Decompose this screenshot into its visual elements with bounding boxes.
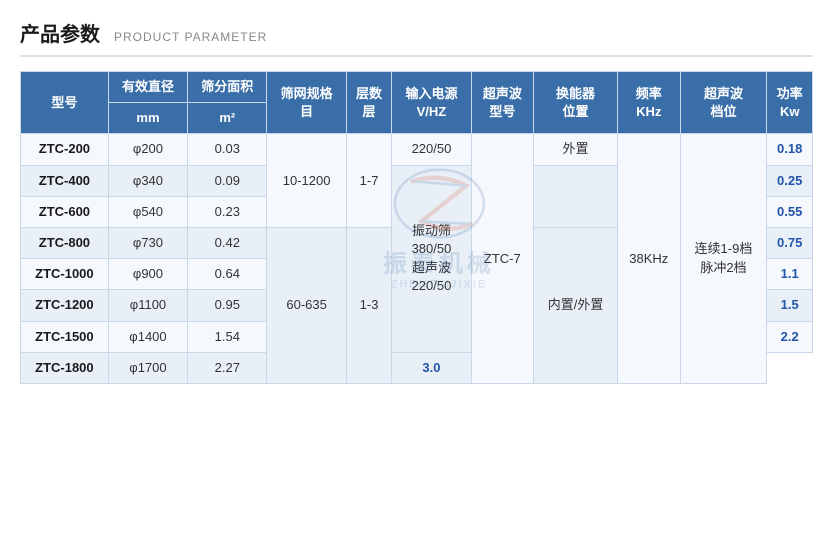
cell-area: 0.95 bbox=[188, 290, 267, 321]
cell-model: ZTC-800 bbox=[21, 227, 109, 258]
cell-ultrasonic-model-all: ZTC-7 bbox=[471, 134, 533, 384]
col-power-kw: 功率Kw bbox=[767, 72, 813, 134]
cell-transducer-2 bbox=[534, 165, 618, 227]
cell-power-7: 2.2 bbox=[767, 321, 813, 352]
col-ultrasonic-model: 超声波型号 bbox=[471, 72, 533, 134]
page-title-en: PRODUCT PARAMETER bbox=[114, 30, 267, 44]
cell-power-input-merged: 振动筛 380/50 超声波 220/50 bbox=[392, 165, 471, 352]
cell-power-8: 3.0 bbox=[392, 352, 471, 383]
cell-power-6: 1.5 bbox=[767, 290, 813, 321]
col-area-unit: m² bbox=[188, 103, 267, 134]
cell-model: ZTC-400 bbox=[21, 165, 109, 196]
cell-power-1: 0.18 bbox=[767, 134, 813, 165]
col-diameter-header: 有效直径 bbox=[108, 72, 187, 103]
col-freq: 频率KHz bbox=[618, 72, 680, 134]
cell-freq-all: 38KHz bbox=[618, 134, 680, 384]
page-container: 产品参数 PRODUCT PARAMETER 振泰机械 ZHENTAIJIXIE… bbox=[0, 0, 833, 552]
header-row-1: 型号 有效直径 筛分面积 筛网规格目 层数层 输入电源V/HZ 超声波型号 换能… bbox=[21, 72, 813, 103]
cell-diameter: φ1100 bbox=[108, 290, 187, 321]
cell-diameter: φ340 bbox=[108, 165, 187, 196]
cell-diameter: φ730 bbox=[108, 227, 187, 258]
cell-mesh-spec-1: 10-1200 bbox=[267, 134, 346, 228]
col-area-header: 筛分面积 bbox=[188, 72, 267, 103]
cell-area: 1.54 bbox=[188, 321, 267, 352]
cell-layers-2: 1-3 bbox=[346, 227, 392, 383]
cell-model: ZTC-200 bbox=[21, 134, 109, 165]
product-parameter-table: 型号 有效直径 筛分面积 筛网规格目 层数层 输入电源V/HZ 超声波型号 换能… bbox=[20, 71, 813, 384]
col-layers: 层数层 bbox=[346, 72, 392, 134]
cell-area: 0.23 bbox=[188, 196, 267, 227]
cell-transducer-merged: 内置/外置 bbox=[534, 227, 618, 383]
col-transducer-pos: 换能器位置 bbox=[534, 72, 618, 134]
page-title-cn: 产品参数 bbox=[20, 18, 100, 47]
cell-model: ZTC-1000 bbox=[21, 259, 109, 290]
cell-area: 0.09 bbox=[188, 165, 267, 196]
cell-model: ZTC-1500 bbox=[21, 321, 109, 352]
cell-power-2: 0.25 bbox=[767, 165, 813, 196]
cell-diameter: φ900 bbox=[108, 259, 187, 290]
col-ultrasonic-gear: 超声波档位 bbox=[680, 72, 767, 134]
cell-layers-1: 1-7 bbox=[346, 134, 392, 228]
cell-power-5: 1.1 bbox=[767, 259, 813, 290]
cell-model: ZTC-1800 bbox=[21, 352, 109, 383]
cell-diameter: φ200 bbox=[108, 134, 187, 165]
cell-area: 0.42 bbox=[188, 227, 267, 258]
col-model: 型号 bbox=[21, 72, 109, 134]
cell-area: 0.03 bbox=[188, 134, 267, 165]
table-row: ZTC-200 φ200 0.03 10-1200 1-7 220/50 ZTC… bbox=[21, 134, 813, 165]
cell-gear-all: 连续1-9档 脉冲2档 bbox=[680, 134, 767, 384]
table-wrapper: 振泰机械 ZHENTAIJIXIE 型号 有效直径 筛分面积 筛网规格目 层数层… bbox=[20, 71, 813, 384]
cell-transducer-1: 外置 bbox=[534, 134, 618, 165]
cell-diameter: φ1400 bbox=[108, 321, 187, 352]
cell-diameter: φ540 bbox=[108, 196, 187, 227]
cell-mesh-spec-2: 60-635 bbox=[267, 227, 346, 383]
cell-area: 0.64 bbox=[188, 259, 267, 290]
col-diameter-unit: mm bbox=[108, 103, 187, 134]
cell-power-4: 0.75 bbox=[767, 227, 813, 258]
col-power-input: 输入电源V/HZ bbox=[392, 72, 471, 134]
page-header: 产品参数 PRODUCT PARAMETER bbox=[20, 18, 813, 57]
cell-model: ZTC-1200 bbox=[21, 290, 109, 321]
cell-diameter: φ1700 bbox=[108, 352, 187, 383]
cell-power-3: 0.55 bbox=[767, 196, 813, 227]
cell-power-input-1: 220/50 bbox=[392, 134, 471, 165]
cell-area: 2.27 bbox=[188, 352, 267, 383]
col-mesh-spec: 筛网规格目 bbox=[267, 72, 346, 134]
cell-model: ZTC-600 bbox=[21, 196, 109, 227]
